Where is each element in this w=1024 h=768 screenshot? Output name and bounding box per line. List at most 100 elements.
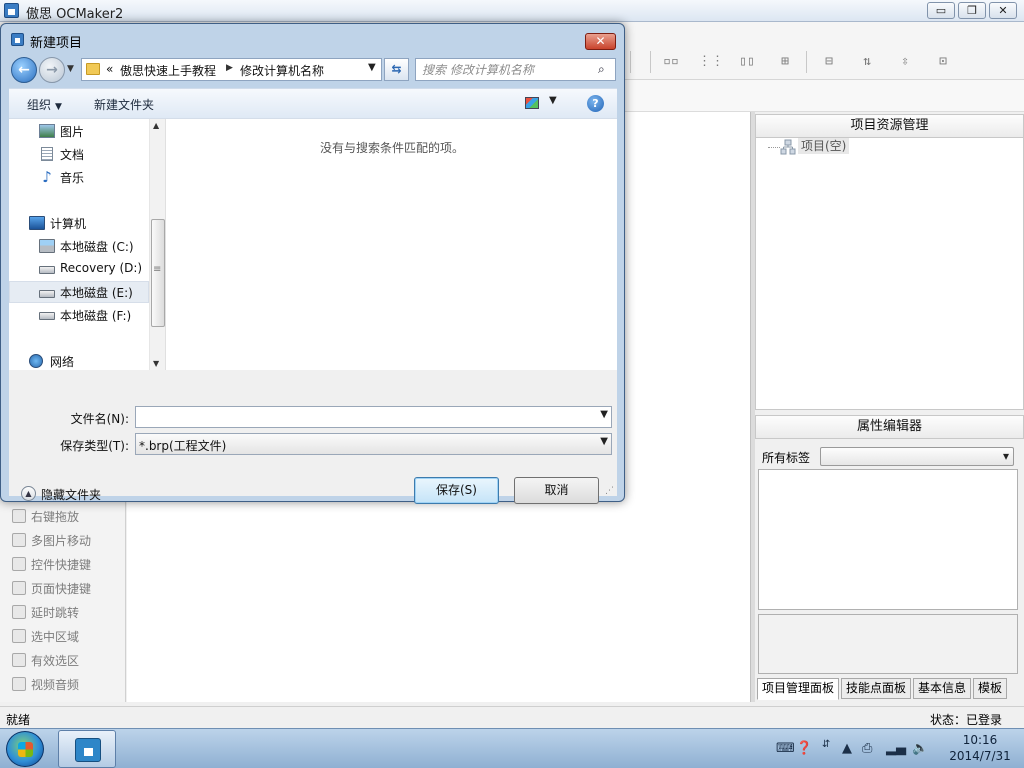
tab-project-panel[interactable]: 项目管理面板 bbox=[757, 678, 840, 700]
change-view-button[interactable]: ▼ bbox=[525, 95, 565, 112]
breadcrumb-tutorial[interactable]: 傲思快速上手教程 bbox=[120, 62, 216, 79]
minimize-button[interactable]: ▭ bbox=[927, 2, 955, 19]
nav-item-drive-e[interactable]: 本地磁盘 (E:) bbox=[9, 281, 149, 303]
left-item-label: 有效选区 bbox=[31, 653, 80, 668]
taskbar: ⌨ ❓ ⇵ ▲ ⎙ ▂▄ 🔈 10:16 2014/7/31 bbox=[0, 728, 1024, 768]
organize-menu[interactable]: 组织 ▼ bbox=[27, 96, 62, 113]
property-grid[interactable] bbox=[758, 469, 1018, 610]
filename-label: 文件名(N): bbox=[70, 412, 129, 426]
tab-template[interactable]: 模板 bbox=[973, 678, 1008, 699]
breadcrumb-arrow-icon[interactable]: ▶ bbox=[226, 63, 233, 73]
dialog-command-bar: 组织 ▼ 新建文件夹 ▼ ? bbox=[9, 88, 617, 118]
keyboard-icon[interactable]: ⌨ bbox=[776, 741, 795, 757]
new-folder-button[interactable]: 新建文件夹 bbox=[94, 96, 154, 113]
maximize-button[interactable]: ❐ bbox=[958, 2, 986, 19]
help-button[interactable]: ? bbox=[587, 95, 604, 112]
file-list[interactable]: 没有与搜索条件匹配的项。 bbox=[167, 119, 617, 371]
app-close-button[interactable]: ✕ bbox=[989, 2, 1017, 19]
nav-item-pictures[interactable]: 图片 bbox=[9, 120, 149, 142]
filetype-select[interactable]: *.brp(工程文件) ▼ bbox=[135, 433, 612, 455]
usb-device-icon[interactable]: ⎙ bbox=[862, 741, 872, 757]
left-item-label: 选中区域 bbox=[31, 629, 80, 644]
tray-arrows-icon[interactable]: ⇵ bbox=[822, 737, 830, 753]
same-height-icon[interactable]: ⊡ bbox=[932, 52, 954, 72]
scroll-up-icon[interactable]: ▲ bbox=[153, 121, 159, 130]
left-item-page-shortcut[interactable]: 页面快捷键 bbox=[12, 578, 91, 598]
nav-item-documents[interactable]: 文档 bbox=[9, 143, 149, 165]
clock-time: 10:16 bbox=[962, 733, 998, 747]
scroll-thumb[interactable] bbox=[151, 219, 165, 327]
left-item-select-region[interactable]: 选中区域 bbox=[12, 626, 79, 646]
left-item-video-audio[interactable]: 视频音频 bbox=[12, 674, 79, 694]
nav-item-label: 网络 bbox=[50, 355, 75, 369]
nav-item-drive-c[interactable]: 本地磁盘 (C:) bbox=[9, 235, 149, 257]
left-item-label: 页面快捷键 bbox=[31, 581, 92, 596]
folder-icon bbox=[86, 63, 100, 75]
breadcrumb-current[interactable]: 修改计算机名称 bbox=[240, 62, 324, 79]
nav-item-drive-f[interactable]: 本地磁盘 (F:) bbox=[9, 304, 149, 326]
tree-root-item[interactable]: 项目(空) bbox=[798, 138, 850, 154]
show-hidden-icons-icon[interactable]: ▲ bbox=[842, 741, 852, 757]
forward-arrow-icon[interactable]: → bbox=[39, 57, 65, 83]
all-tags-label: 所有标签 bbox=[762, 451, 811, 465]
back-arrow-icon[interactable]: ← bbox=[11, 57, 37, 83]
search-box[interactable]: ⌕ bbox=[415, 58, 616, 81]
tree-connector bbox=[768, 147, 780, 148]
address-dropdown-icon[interactable]: ▼ bbox=[368, 62, 376, 73]
refresh-button[interactable]: ⇆ bbox=[384, 58, 409, 81]
nav-item-label: 本地磁盘 (C:) bbox=[60, 240, 134, 254]
same-width-icon[interactable]: ⊞ bbox=[774, 52, 796, 72]
chevron-down-icon: ▼ bbox=[549, 95, 557, 106]
start-button[interactable] bbox=[6, 731, 44, 767]
address-bar[interactable]: « 傲思快速上手教程 ▶ 修改计算机名称 ▼ bbox=[81, 58, 382, 81]
multi-image-icon bbox=[12, 533, 26, 547]
left-item-valid-region[interactable]: 有效选区 bbox=[12, 650, 79, 670]
space-h-icon[interactable]: ▯▯ bbox=[736, 52, 758, 72]
dialog-browser: 图片 文档 ♪ 音乐 计算机 本地磁盘 (C:) Recovery (D:) 本… bbox=[9, 118, 617, 372]
align-center-h-icon[interactable]: ▫▫ bbox=[660, 52, 682, 72]
computer-icon bbox=[29, 216, 45, 230]
property-tag-row: 所有标签 bbox=[762, 447, 1018, 467]
taskbar-app-button[interactable] bbox=[58, 730, 116, 768]
project-resource-header: 项目资源管理 bbox=[755, 114, 1024, 138]
left-item-control-shortcut[interactable]: 控件快捷键 bbox=[12, 554, 91, 574]
save-button[interactable]: 保存(S) bbox=[414, 477, 499, 504]
filename-input[interactable] bbox=[139, 409, 589, 425]
property-description bbox=[758, 614, 1018, 674]
distribute-v-icon[interactable]: ⇅ bbox=[856, 52, 878, 72]
recent-locations-icon[interactable]: ▼ bbox=[67, 64, 74, 74]
tab-skill-panel[interactable]: 技能点面板 bbox=[841, 678, 912, 699]
ocmaker-app-icon bbox=[75, 738, 101, 762]
nav-item-music[interactable]: ♪ 音乐 bbox=[9, 166, 149, 188]
distribute-h-icon[interactable]: ⋮⋮ bbox=[698, 52, 724, 72]
toolbar-separator bbox=[630, 51, 631, 73]
tab-basic-info[interactable]: 基本信息 bbox=[913, 678, 972, 699]
left-item-right-drag[interactable]: 右键拖放 bbox=[12, 506, 79, 526]
align-center-v-icon[interactable]: ⊟ bbox=[818, 52, 840, 72]
chevron-down-icon[interactable]: ▼ bbox=[600, 436, 608, 447]
cancel-button[interactable]: 取消 bbox=[514, 477, 599, 504]
dialog-close-button[interactable]: ✕ bbox=[585, 33, 616, 50]
search-input[interactable] bbox=[422, 61, 592, 78]
filename-combo[interactable]: ▼ bbox=[135, 406, 612, 428]
left-item-delay-jump[interactable]: 延时跳转 bbox=[12, 602, 79, 622]
left-item-multi-image[interactable]: 多图片移动 bbox=[12, 530, 91, 550]
tag-select[interactable] bbox=[820, 447, 1014, 466]
panel-tabs: 项目管理面板 技能点面板 基本信息 模板 bbox=[755, 678, 1024, 700]
space-v-icon[interactable]: ⇳ bbox=[894, 52, 916, 72]
navigation-scrollbar[interactable]: ▲ ▼ bbox=[149, 119, 166, 371]
chevron-down-icon[interactable]: ▼ bbox=[600, 409, 608, 420]
nav-item-computer[interactable]: 计算机 bbox=[9, 212, 149, 234]
nav-item-network[interactable]: 网络 bbox=[9, 350, 149, 372]
help-tray-icon[interactable]: ❓ bbox=[796, 741, 812, 757]
breadcrumb-overflow[interactable]: « bbox=[106, 62, 113, 76]
dialog-titlebar[interactable]: 新建项目 ✕ bbox=[1, 24, 624, 54]
volume-icon[interactable]: 🔈 bbox=[912, 741, 928, 757]
scroll-down-icon[interactable]: ▼ bbox=[153, 359, 159, 368]
right-panel: 项目资源管理 项目(空) 属性编辑器 所有标签 项目管理面板 技能点面板 基本信… bbox=[755, 112, 1024, 702]
property-editor-header: 属性编辑器 bbox=[755, 415, 1024, 439]
taskbar-clock[interactable]: 10:16 2014/7/31 bbox=[940, 732, 1020, 764]
resize-grip-icon[interactable]: ⋰ bbox=[605, 486, 614, 496]
nav-item-drive-d[interactable]: Recovery (D:) bbox=[9, 258, 149, 280]
network-signal-icon[interactable]: ▂▄ bbox=[886, 741, 906, 757]
